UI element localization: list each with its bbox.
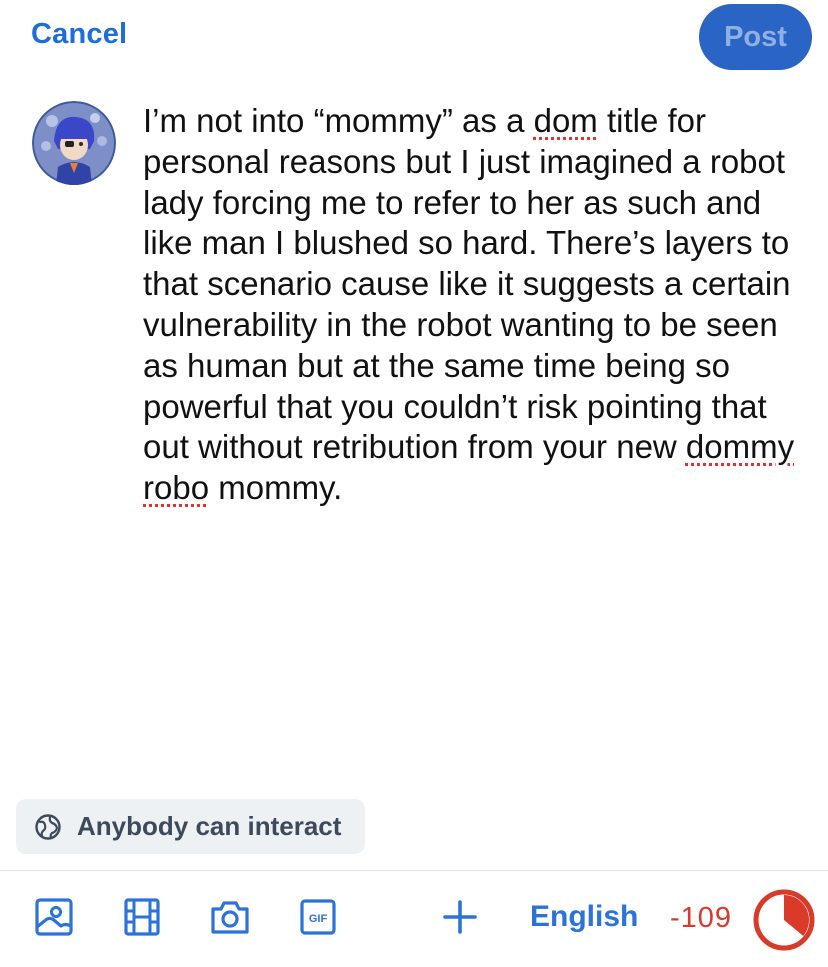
compose-header: Cancel Post [0, 0, 828, 74]
post-text-segment: title for personal reasons but I just im… [143, 102, 800, 466]
character-limit-ring [752, 888, 816, 952]
toolbar-divider [0, 870, 828, 871]
gif-icon: GIF [298, 897, 338, 942]
post-button[interactable]: Post [699, 4, 812, 70]
avatar[interactable] [32, 101, 116, 185]
misspelled-word[interactable]: robo [143, 469, 209, 506]
cancel-button[interactable]: Cancel [31, 18, 127, 51]
add-button[interactable] [438, 897, 482, 941]
image-button[interactable] [32, 897, 76, 941]
language-button[interactable]: English [530, 900, 638, 934]
post-text-segment: mommy. [209, 469, 343, 507]
compose-screen: Cancel Post I’m not into “mommy” as a do… [0, 0, 828, 967]
image-icon [34, 897, 74, 942]
post-text-editor[interactable]: I’m not into “mommy” as a dom title for … [143, 101, 808, 509]
interaction-label: Anybody can interact [77, 811, 342, 841]
camera-icon [209, 897, 251, 942]
svg-text:GIF: GIF [309, 913, 328, 925]
misspelled-word[interactable]: dom [534, 102, 598, 139]
video-button[interactable] [120, 897, 164, 941]
video-icon [122, 897, 162, 942]
globe-icon [34, 813, 62, 841]
character-count: -109 [670, 902, 733, 934]
plus-icon [440, 897, 480, 942]
misspelled-word[interactable]: dommy [686, 428, 794, 465]
gif-button[interactable]: GIF [296, 897, 340, 941]
post-text-space [794, 428, 803, 465]
interaction-settings-button[interactable]: Anybody can interact [16, 799, 365, 854]
camera-button[interactable] [208, 897, 252, 941]
post-text-segment: I’m not into “mommy” as a [143, 102, 534, 139]
